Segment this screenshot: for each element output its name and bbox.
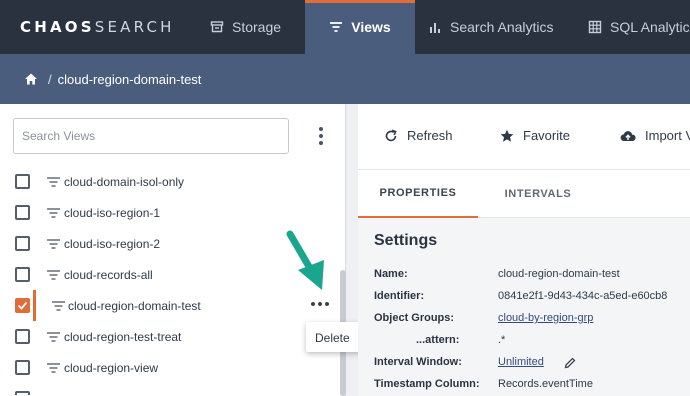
row-checkbox[interactable]	[15, 267, 30, 282]
top-nav: CHAOSSEARCH Storage Views Search Analyti…	[0, 0, 690, 54]
bar-chart-icon	[430, 23, 440, 33]
chaossearch-logo[interactable]: CHAOSSEARCH	[20, 18, 175, 36]
setting-value: 0841e2f1-9d43-434c-a5ed-e60cb8	[498, 290, 668, 302]
view-filter-icon	[47, 238, 60, 249]
view-details-pane: Refresh Favorite Import V PROPERTIES INT…	[358, 104, 690, 396]
setting-key: Interval Window:	[374, 356, 462, 368]
settings-title: Settings	[374, 232, 438, 249]
breadcrumb: / cloud-region-domain-test	[0, 54, 690, 104]
nav-tab-label: Storage	[232, 19, 282, 35]
details-toolbar: Refresh Favorite Import V	[358, 104, 690, 170]
view-filter-icon	[47, 331, 60, 342]
setting-key: Timestamp Column:	[374, 378, 480, 390]
row-checkbox[interactable]	[15, 360, 30, 375]
list-item-label: cloud-region-view	[64, 360, 159, 375]
list-item-label: cloud-iso-region-2	[64, 236, 161, 251]
nav-tab-label: Search Analytics	[450, 19, 554, 35]
annotation-arrow-icon	[286, 230, 324, 290]
setting-value: cloud-region-domain-test	[498, 268, 620, 280]
nav-tab-label: SQL Analytics	[610, 19, 690, 35]
list-item-label: cloud-records-all	[64, 267, 153, 282]
search-views-input[interactable]	[13, 118, 289, 154]
sidebar-more-icon[interactable]	[312, 124, 330, 148]
nav-tab-search-analytics[interactable]: Search Analytics	[428, 0, 568, 54]
storage-icon	[210, 21, 224, 33]
view-filter-icon	[52, 300, 65, 311]
details-tabs: PROPERTIES INTERVALS	[358, 170, 690, 218]
row-checkbox[interactable]	[15, 391, 30, 395]
setting-value: Records.eventTime	[498, 378, 593, 390]
view-filter-icon	[47, 176, 60, 187]
breadcrumb-current: cloud-region-domain-test	[57, 71, 202, 87]
import-view-button[interactable]: Import V	[620, 128, 690, 143]
favorite-button[interactable]: Favorite	[500, 128, 570, 143]
tab-intervals[interactable]: INTERVALS	[478, 170, 598, 218]
breadcrumb-separator: /	[48, 71, 52, 87]
row-checkbox[interactable]	[15, 236, 30, 251]
list-item[interactable]: cloud-iso-region-1	[0, 197, 336, 228]
list-item[interactable]: cloud-region-view	[0, 352, 336, 383]
setting-value: .*	[498, 334, 506, 346]
nav-tab-views[interactable]: Views	[305, 0, 415, 54]
list-item[interactable]: cloud-region-test-treat	[0, 321, 336, 352]
object-group-link[interactable]: cloud-by-region-grp	[498, 312, 593, 324]
grid-icon	[588, 20, 602, 34]
row-checkbox[interactable]	[15, 205, 30, 220]
selection-indicator	[33, 290, 36, 321]
filter-icon	[330, 22, 343, 32]
row-checkbox[interactable]	[15, 329, 30, 344]
setting-key: Name:	[374, 268, 408, 280]
setting-key: Identifier:	[374, 290, 425, 302]
refresh-icon	[385, 128, 397, 141]
list-item-label: cloud-iso-region-1	[64, 205, 161, 220]
setting-key: ...attern:	[416, 334, 460, 346]
nav-tab-sql-analytics[interactable]: SQL Analytics	[588, 0, 690, 54]
home-icon[interactable]	[24, 72, 38, 86]
row-checkbox[interactable]	[15, 174, 30, 189]
setting-key: Object Groups:	[374, 312, 455, 324]
list-item-label: cloud-region-test-treat	[64, 329, 182, 344]
settings-panel: Settings Name: cloud-region-domain-test …	[358, 218, 690, 396]
view-filter-icon	[47, 207, 60, 218]
view-filter-icon	[47, 269, 60, 280]
delete-menu-item[interactable]: Delete	[315, 331, 350, 345]
list-item[interactable]: cloud-domain-isol-only	[0, 166, 336, 197]
list-item-partial[interactable]	[0, 383, 336, 395]
view-filter-icon	[47, 362, 60, 373]
import-label: Import V	[645, 128, 690, 143]
nav-tab-label: Views	[351, 19, 391, 35]
refresh-button[interactable]: Refresh	[384, 128, 453, 143]
nav-tab-storage[interactable]: Storage	[210, 0, 300, 54]
list-item-selected[interactable]: cloud-region-domain-test	[0, 290, 336, 321]
tab-properties[interactable]: PROPERTIES	[358, 170, 478, 218]
star-icon	[500, 129, 514, 142]
checkmark-icon	[17, 301, 28, 310]
favorite-label: Favorite	[523, 128, 570, 143]
interval-window-link[interactable]: Unlimited	[498, 356, 544, 368]
cloud-upload-icon	[620, 130, 636, 141]
list-item-label: cloud-region-domain-test	[68, 298, 201, 313]
row-more-icon[interactable]	[311, 302, 329, 306]
refresh-label: Refresh	[407, 128, 453, 143]
edit-pencil-icon[interactable]	[564, 357, 576, 369]
list-item-label: cloud-domain-isol-only	[64, 174, 185, 189]
row-checkbox-checked[interactable]	[15, 298, 30, 313]
